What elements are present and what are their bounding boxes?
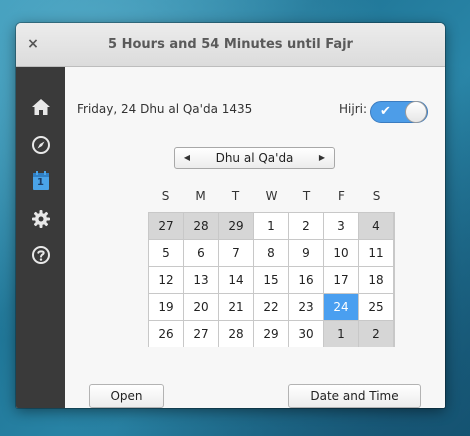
calendar-day[interactable]: 3: [324, 213, 358, 239]
calendar-grid: 27 28 29 1 2 3 4 5 6 7 8 9 10 11 12 13 14 15 16 17 18 19 20 21 2…: [148, 212, 395, 347]
app-window: × 5 Hours and 54 Minutes until Fajr 1 Fr…: [16, 23, 445, 408]
weekday-header: S: [161, 189, 170, 203]
calendar-day[interactable]: 23: [289, 294, 323, 320]
gear-icon: [31, 209, 51, 229]
help-icon: [31, 245, 51, 265]
calendar-day[interactable]: 5: [149, 240, 183, 266]
calendar-day[interactable]: 18: [359, 267, 393, 293]
window-title: 5 Hours and 54 Minutes until Fajr: [108, 37, 353, 52]
calendar-day[interactable]: 17: [324, 267, 358, 293]
main-content: Friday, 24 Dhu al Qa'da 1435 Hijri: ✔ ◀ …: [65, 67, 445, 408]
calendar-day[interactable]: 1: [324, 321, 358, 347]
toggle-knob[interactable]: [405, 101, 427, 123]
sidebar-item-help[interactable]: [16, 237, 65, 273]
open-maya-button[interactable]: Open Maya: [89, 384, 164, 408]
calendar-day[interactable]: 26: [149, 321, 183, 347]
calendar-day[interactable]: 13: [184, 267, 218, 293]
calendar-day[interactable]: 19: [149, 294, 183, 320]
weekday-header: W: [265, 189, 278, 203]
calendar-day[interactable]: 22: [254, 294, 288, 320]
calendar-day[interactable]: 30: [289, 321, 323, 347]
calendar-day[interactable]: 4: [359, 213, 393, 239]
calendar-day-selected[interactable]: 24: [324, 294, 358, 320]
calendar-day[interactable]: 2: [289, 213, 323, 239]
month-selector: ◀ Dhu al Qa'da ▶: [174, 147, 335, 169]
calendar-day[interactable]: 27: [184, 321, 218, 347]
calendar-day[interactable]: 15: [254, 267, 288, 293]
calendar-day[interactable]: 20: [184, 294, 218, 320]
calendar-day[interactable]: 10: [324, 240, 358, 266]
calendar-day[interactable]: 29: [219, 213, 253, 239]
calendar-day[interactable]: 12: [149, 267, 183, 293]
calendar-day[interactable]: 27: [149, 213, 183, 239]
titlebar: × 5 Hours and 54 Minutes until Fajr: [16, 23, 445, 67]
weekday-header: F: [338, 189, 345, 203]
sidebar-item-calendar[interactable]: 1: [16, 163, 65, 199]
calendar-icon: 1: [32, 171, 50, 191]
home-icon: [31, 98, 51, 116]
calendar-day[interactable]: 6: [184, 240, 218, 266]
hijri-label: Hijri:: [339, 102, 368, 116]
calendar-day[interactable]: 21: [219, 294, 253, 320]
sidebar: 1: [16, 67, 65, 408]
calendar-icon-day: 1: [37, 177, 44, 188]
weekday-header: T: [302, 189, 311, 203]
calendar-day[interactable]: 28: [219, 321, 253, 347]
calendar-day[interactable]: 2: [359, 321, 393, 347]
hijri-toggle[interactable]: ✔: [370, 101, 428, 123]
calendar-day[interactable]: 11: [359, 240, 393, 266]
month-label: Dhu al Qa'da: [215, 151, 294, 165]
calendar-day[interactable]: 1: [254, 213, 288, 239]
next-month-button[interactable]: ▶: [312, 148, 332, 168]
calendar-day[interactable]: 29: [254, 321, 288, 347]
weekday-header: T: [231, 189, 240, 203]
calendar-day[interactable]: 7: [219, 240, 253, 266]
sidebar-item-qibla[interactable]: [16, 127, 65, 163]
calendar-day[interactable]: 9: [289, 240, 323, 266]
calendar-day[interactable]: 28: [184, 213, 218, 239]
sidebar-item-settings[interactable]: [16, 201, 65, 237]
compass-icon: [31, 135, 51, 155]
sidebar-item-home[interactable]: [16, 89, 65, 125]
date-time-settings-button[interactable]: Date and Time settings: [288, 384, 421, 408]
calendar-day[interactable]: 16: [289, 267, 323, 293]
weekday-header: M: [195, 189, 206, 203]
calendar-day[interactable]: 14: [219, 267, 253, 293]
prev-month-button[interactable]: ◀: [177, 148, 197, 168]
check-icon: ✔: [380, 104, 391, 119]
calendar-day[interactable]: 8: [254, 240, 288, 266]
weekday-header: S: [372, 189, 381, 203]
current-date: Friday, 24 Dhu al Qa'da 1435: [77, 102, 253, 116]
calendar-day[interactable]: 25: [359, 294, 393, 320]
